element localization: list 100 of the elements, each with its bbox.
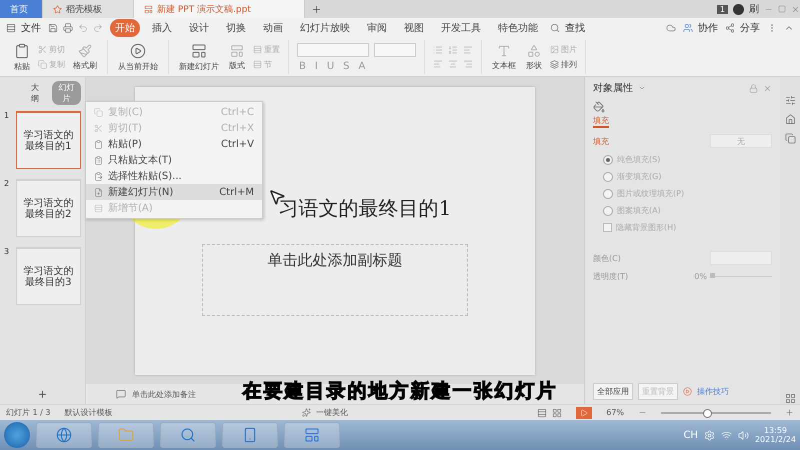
taskbar-app[interactable] xyxy=(98,422,154,448)
copy-icon xyxy=(38,60,47,69)
taskbar-app[interactable] xyxy=(284,422,340,448)
properties-icon xyxy=(784,95,796,106)
slide-number: 3 xyxy=(4,247,10,256)
ribbon-tab[interactable]: 特色功能 xyxy=(493,19,543,37)
document-tab[interactable]: 首页 xyxy=(0,0,43,18)
document-tab[interactable]: 新建 PPT 演示文稿.ppt xyxy=(134,0,305,18)
subtitle-placeholder[interactable]: 单击此处添加副标题 xyxy=(202,244,468,316)
subtitle-caption: 在要建目录的地方新建一张幻灯片 xyxy=(242,379,558,404)
presentation-icon xyxy=(304,427,320,443)
document-tab[interactable]: 稻壳模板 xyxy=(43,0,134,18)
bullets-icon xyxy=(433,45,443,55)
taskbar-app[interactable] xyxy=(222,422,278,448)
globe-icon xyxy=(56,427,72,443)
beautify-button[interactable]: 一键美化 xyxy=(316,407,348,418)
start-button[interactable] xyxy=(4,422,30,448)
section-icon xyxy=(94,204,103,212)
panel-tab[interactable]: 大纲 xyxy=(24,81,46,105)
shape-button[interactable]: 形状 xyxy=(524,44,544,70)
layout-button[interactable]: 版式 xyxy=(227,44,247,70)
copy-icon xyxy=(94,108,103,116)
slide-icon xyxy=(191,42,207,58)
align-center-icon xyxy=(448,59,458,69)
close-icon xyxy=(791,4,800,14)
clipboard-icon xyxy=(14,42,30,58)
clock-time: 13:59 xyxy=(764,426,788,435)
user-name: 刷 xyxy=(749,3,759,16)
play-button[interactable] xyxy=(576,406,592,418)
image-icon xyxy=(550,45,559,54)
slide-thumbnail[interactable]: 学习语文的最终目的2 xyxy=(16,179,81,237)
save-icon xyxy=(48,23,58,33)
note-icon xyxy=(116,389,126,399)
sparkle-icon xyxy=(302,408,311,417)
slide-thumbnail[interactable]: 学习语文的最终目的3 xyxy=(16,247,81,305)
taskbar-app[interactable] xyxy=(160,422,216,448)
collab-button[interactable]: 协作 xyxy=(698,21,718,35)
sorter-view-icon xyxy=(552,408,562,418)
taskbar-app[interactable] xyxy=(36,422,92,448)
menu-item[interactable]: 选择性粘贴(S)... xyxy=(86,168,262,184)
align-right-icon xyxy=(463,59,473,69)
zoom-in-icon xyxy=(785,408,794,417)
volume-icon xyxy=(738,430,749,440)
copy-icon xyxy=(784,133,796,144)
menu-item[interactable]: 只粘贴文本(T) xyxy=(86,152,262,168)
phone-icon xyxy=(242,427,258,443)
zoom-thumb[interactable] xyxy=(703,408,712,418)
align-left-icon xyxy=(433,59,443,69)
caret-icon xyxy=(638,84,646,92)
paste-button[interactable]: 粘贴 xyxy=(12,42,32,72)
arrange-button[interactable]: 排列 xyxy=(550,59,577,70)
format-painter-button[interactable]: 格式刷 xyxy=(71,44,99,70)
add-slide-button[interactable]: + xyxy=(0,384,85,404)
new-slide-button[interactable]: 新建幻灯片 xyxy=(177,42,221,72)
share-button[interactable]: 分享 xyxy=(740,21,760,35)
scissors-icon xyxy=(38,45,47,54)
folder-icon xyxy=(118,427,134,443)
ribbon-tab[interactable]: 幻灯片放映 xyxy=(295,19,355,37)
search-icon xyxy=(180,427,196,443)
slider-thumb[interactable] xyxy=(710,273,715,278)
font-size-field[interactable] xyxy=(374,42,416,56)
ribbon-tab[interactable]: 审阅 xyxy=(362,19,392,37)
cloud-icon xyxy=(666,23,676,33)
menu-item[interactable]: 粘贴(P) Ctrl+V xyxy=(86,136,262,152)
settings-icon xyxy=(704,430,715,440)
ribbon-tab[interactable]: 设计 xyxy=(184,19,214,37)
slide-count: 幻灯片 1 / 3 xyxy=(6,407,51,418)
ribbon-tab[interactable]: 动画 xyxy=(258,19,288,37)
search-button[interactable]: 查找 xyxy=(565,21,585,35)
font-name-field[interactable] xyxy=(297,42,369,56)
panel-button[interactable]: 全部应用 xyxy=(593,383,633,400)
subtitle-text: 单击此处添加副标题 xyxy=(268,250,402,268)
cut-icon xyxy=(94,124,103,132)
undo-icon xyxy=(78,23,88,33)
fill-icon xyxy=(593,101,605,113)
new-slide-icon xyxy=(94,188,103,196)
slide-thumbnail[interactable]: 学习语文的最终目的1 xyxy=(16,111,81,169)
notes-placeholder[interactable]: 单击此处添加备注 xyxy=(132,388,196,400)
layers-icon xyxy=(550,60,559,69)
play-from-current-button[interactable]: 从当前开始 xyxy=(116,42,160,72)
ribbon-tab[interactable]: 视图 xyxy=(399,19,429,37)
grid-icon xyxy=(784,393,796,404)
text-box-button[interactable]: 文本框 xyxy=(490,44,518,70)
section-title: 填充 xyxy=(593,136,609,146)
presentation-icon xyxy=(144,4,153,14)
clipboard-icon xyxy=(94,140,103,148)
share-icon xyxy=(725,23,735,33)
print-icon xyxy=(63,23,73,33)
file-menu[interactable]: 文件 xyxy=(21,21,41,35)
ribbon-tab[interactable]: 切换 xyxy=(221,19,251,37)
ribbon-tab[interactable]: 插入 xyxy=(147,19,177,37)
redo-icon xyxy=(93,23,103,33)
menu-icon xyxy=(6,23,16,33)
logo-icon xyxy=(53,4,62,14)
ribbon-tab[interactable]: 开发工具 xyxy=(436,19,486,37)
menu-item[interactable]: 新建幻灯片(N) Ctrl+M xyxy=(86,184,262,200)
checkbox[interactable] xyxy=(603,223,612,232)
avatar[interactable] xyxy=(733,4,744,14)
slide-number: 2 xyxy=(4,179,10,188)
slide-number: 1 xyxy=(4,111,10,120)
